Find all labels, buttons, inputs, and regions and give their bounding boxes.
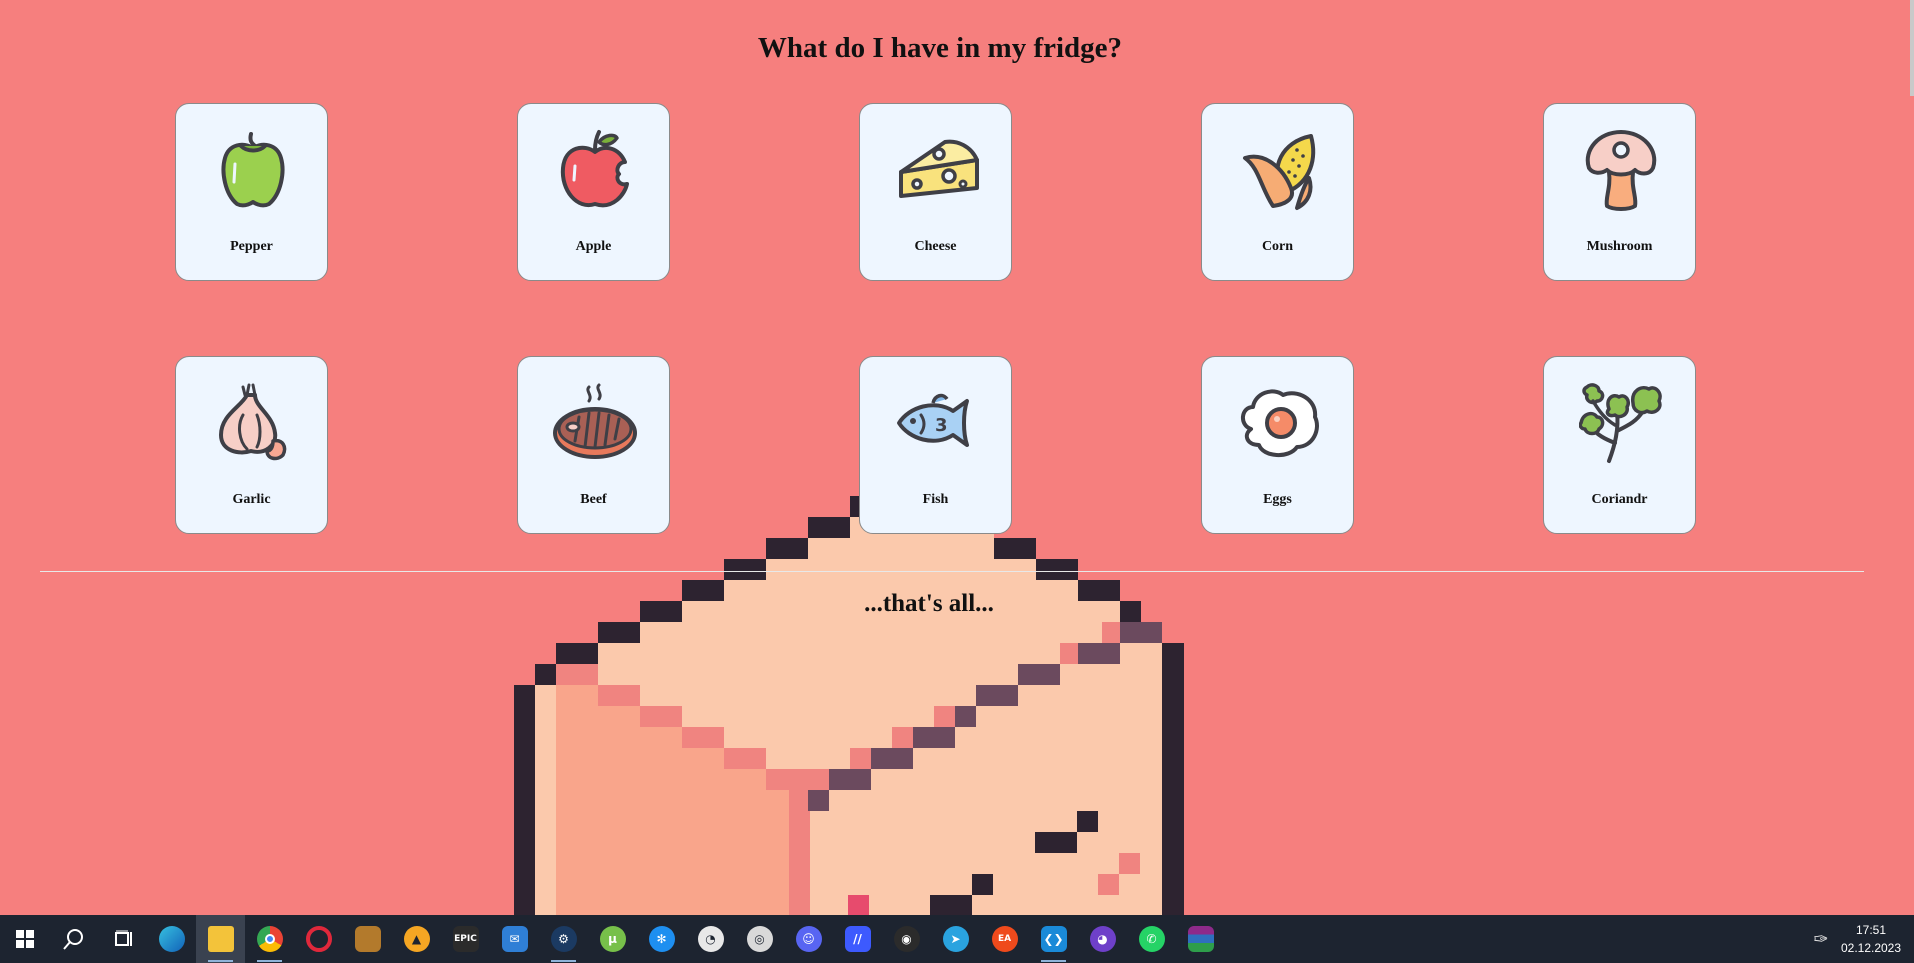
mushroom-icon (1585, 130, 1657, 211)
running-indicator (551, 960, 576, 962)
item-card-garlic[interactable]: Garlic (175, 356, 328, 534)
corn-icon (1243, 134, 1316, 210)
item-card-coriander[interactable]: Coriandr (1543, 356, 1696, 534)
apple-icon (560, 130, 629, 208)
scrollbar[interactable] (1910, 0, 1914, 96)
taskbar-app-discord[interactable]: ☺ (784, 915, 833, 963)
item-card-cheese[interactable]: Cheese (859, 103, 1012, 281)
taskbar-app-file-explorer[interactable] (196, 915, 245, 963)
taskbar-app-github[interactable]: ◕ (1078, 915, 1127, 963)
chrome-icon (256, 926, 283, 952)
discord-icon: ☺ (795, 926, 822, 952)
taskbar-app-whatsapp[interactable]: ✆ (1127, 915, 1176, 963)
epic-games-icon: EPIC (452, 926, 479, 952)
clock-time: 17:51 (1855, 923, 1887, 937)
system-tray: ✑ 17:51 02.12.2023 (1804, 915, 1914, 963)
vscode-icon: ❮❯ (1040, 926, 1067, 952)
steam-icon: ⚙ (550, 926, 577, 952)
file-explorer-icon (207, 926, 234, 952)
utorrent-icon: µ (599, 926, 626, 952)
item-label: Garlic (232, 492, 271, 507)
item-card-eggs[interactable]: Eggs (1201, 356, 1354, 534)
item-card-apple[interactable]: Apple (517, 103, 670, 281)
task-view-icon (114, 930, 132, 946)
telegram-icon: ➤ (942, 926, 969, 952)
coriander-icon (1579, 383, 1662, 463)
winrar-icon (1187, 926, 1214, 952)
item-label: Fish (922, 492, 949, 507)
clock-date: 02.12.2023 (1840, 941, 1902, 955)
start-icon (15, 930, 34, 948)
taskbar-app-epic-games[interactable]: EPIC (441, 915, 490, 963)
app-icon: ◔ (697, 926, 724, 952)
taskbar-app-opera[interactable] (294, 915, 343, 963)
github-icon: ◕ (1089, 926, 1116, 952)
search-icon (62, 929, 83, 950)
pixel-art-envelope-background (514, 496, 1184, 915)
garlic-icon (219, 383, 287, 461)
running-indicator (257, 960, 282, 962)
footer-text: ...that's all... (864, 590, 994, 617)
running-indicator (208, 960, 233, 962)
pepper-icon (221, 132, 285, 208)
taskbar-app-chrome[interactable] (245, 915, 294, 963)
app-icon: ◎ (746, 926, 773, 952)
taskbar-app-steam[interactable]: ⚙ (539, 915, 588, 963)
divider-line (40, 571, 1864, 572)
taskbar-app-utorrent[interactable]: µ (588, 915, 637, 963)
taskbar-app-edge[interactable] (147, 915, 196, 963)
app-icon: // (844, 926, 871, 952)
fish-icon: 3 (897, 393, 969, 447)
item-card-beef[interactable]: Beef (517, 356, 670, 534)
taskbar-app-misc-2[interactable]: ◔ (686, 915, 735, 963)
taskbar-app-vscode[interactable]: ❮❯ (1029, 915, 1078, 963)
task-view-button[interactable] (98, 915, 147, 963)
item-label: Beef (580, 492, 607, 507)
whatsapp-icon: ✆ (1138, 926, 1165, 952)
search-button[interactable] (49, 915, 98, 963)
start-button[interactable] (0, 915, 49, 963)
windows-taskbar: ▲ EPIC ✉ ⚙ µ ✻ ◔ ◎ ☺ // ◉ ➤ EA ❮❯ ◕ ✆ ✑ … (0, 915, 1914, 963)
app-icon: ◉ (893, 926, 920, 952)
item-label: Apple (575, 239, 612, 254)
item-card-fish[interactable]: 3 Fish (859, 356, 1012, 534)
aimp-icon: ▲ (403, 926, 430, 952)
taskbar-app-telegram[interactable]: ➤ (931, 915, 980, 963)
item-label: Corn (1261, 239, 1294, 254)
item-card-pepper[interactable]: Pepper (175, 103, 328, 281)
app-icon (354, 926, 381, 952)
item-card-mushroom[interactable]: Mushroom (1543, 103, 1696, 281)
taskbar-app-winrar[interactable] (1176, 915, 1225, 963)
taskbar-app-mail[interactable]: ✉ (490, 915, 539, 963)
taskbar-app-aimp[interactable]: ▲ (392, 915, 441, 963)
cheese-icon (899, 139, 979, 198)
svg-text:3: 3 (935, 415, 948, 436)
battlenet-icon: ✻ (648, 926, 675, 952)
item-label: Mushroom (1586, 239, 1653, 254)
taskbar-clock[interactable]: 17:51 02.12.2023 (1838, 921, 1904, 957)
item-label: Eggs (1263, 492, 1292, 507)
item-label: Cheese (914, 239, 957, 254)
pen-icon[interactable]: ✑ (1804, 929, 1838, 950)
web-page: What do I have in my fridge? Pepper Appl… (0, 0, 1914, 915)
taskbar-app-misc-4[interactable]: // (833, 915, 882, 963)
edge-icon (158, 926, 185, 952)
eggs-icon (1241, 389, 1319, 457)
item-card-corn[interactable]: Corn (1201, 103, 1354, 281)
taskbar-app-misc[interactable] (343, 915, 392, 963)
item-label: Pepper (230, 239, 273, 254)
running-indicator (1041, 960, 1066, 962)
taskbar-app-misc-3[interactable]: ◎ (735, 915, 784, 963)
page-title: What do I have in my fridge? (757, 32, 1123, 64)
taskbar-app-misc-5[interactable]: ◉ (882, 915, 931, 963)
mail-icon: ✉ (501, 926, 528, 952)
taskbar-app-battlenet[interactable]: ✻ (637, 915, 686, 963)
taskbar-app-ea[interactable]: EA (980, 915, 1029, 963)
opera-icon (305, 926, 332, 952)
item-label: Coriandr (1591, 492, 1648, 507)
ea-icon: EA (991, 926, 1018, 952)
beef-icon (553, 383, 637, 459)
